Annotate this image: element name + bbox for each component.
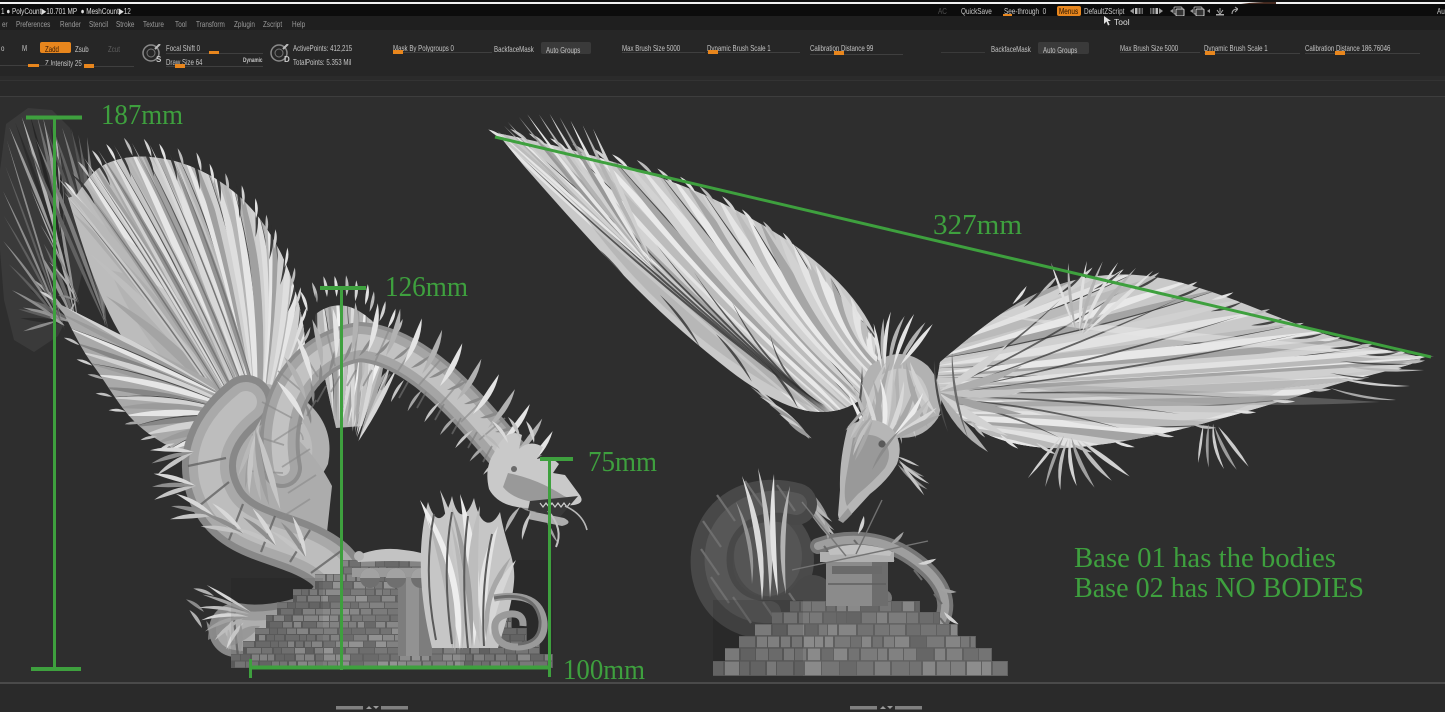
svg-text:Base 01 has the bodies: Base 01 has the bodies — [1074, 543, 1336, 574]
svg-text:126mm: 126mm — [385, 272, 468, 303]
svg-text:Base 02 has NO BODIES: Base 02 has NO BODIES — [1074, 573, 1364, 604]
svg-text:75mm: 75mm — [588, 447, 657, 478]
svg-text:327mm: 327mm — [933, 210, 1022, 241]
svg-text:S: S — [156, 55, 162, 64]
svg-text:Tool: Tool — [1114, 17, 1130, 27]
svg-text:187mm: 187mm — [101, 100, 183, 131]
svg-text:D: D — [284, 55, 290, 64]
